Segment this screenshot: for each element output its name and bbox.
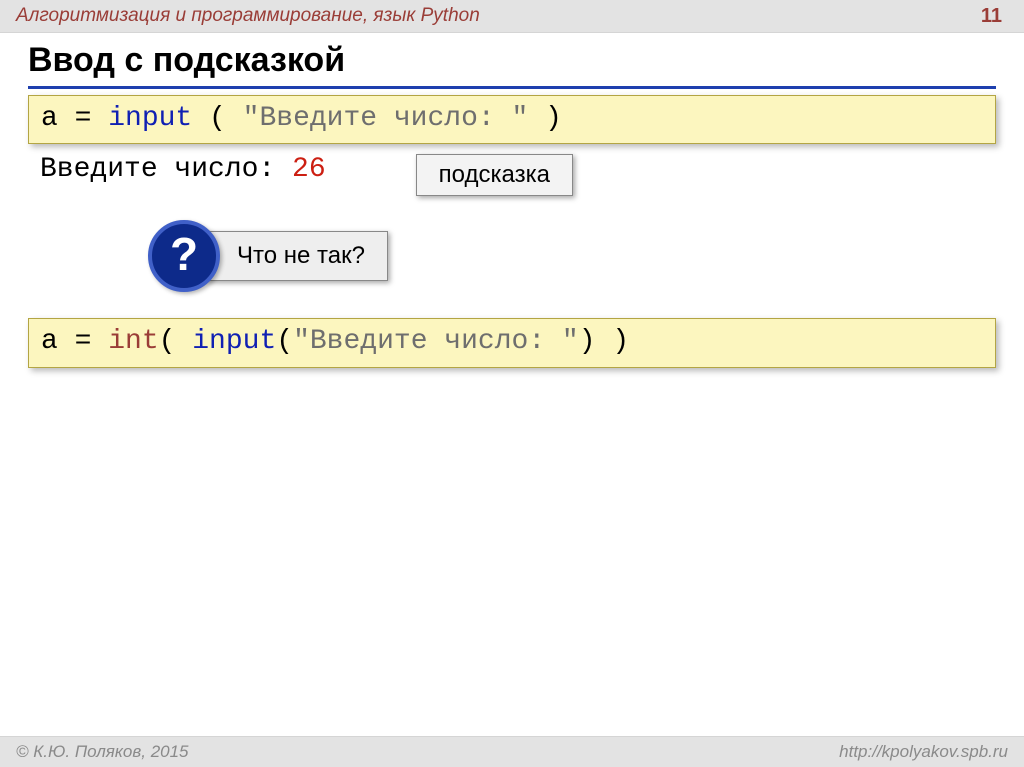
header-title: Алгоритмизация и программирование, язык … [16,0,480,32]
code-block-2: a = int( input("Введите число: ") ) [28,318,996,367]
output-prompt: Введите число: [40,154,292,185]
code1-input-kw: input [108,103,192,134]
question-row: ? Что не так? [28,220,996,292]
footer-url: http://kpolyakov.spb.ru [839,737,1008,767]
code1-var: a = [41,103,108,134]
slide-title: Ввод с подсказкой [28,41,996,89]
slide-content: Ввод с подсказкой a = input ( "Введите ч… [0,33,1024,368]
header-bar: Алгоритмизация и программирование, язык … [0,0,1024,33]
code-block-1: a = input ( "Введите число: " ) [28,95,996,144]
code2-paren-close: ) ) [579,326,629,357]
hint-box: подсказка [416,154,573,196]
header-page-number: 11 [981,0,1008,32]
output-row: Введите число: 26 подсказка [28,154,996,196]
question-text: Что не так? [237,242,365,269]
footer-bar: © К.Ю. Поляков, 2015 http://kpolyakov.sp… [0,736,1024,767]
question-icon: ? [148,220,220,292]
code2-input-kw: input [192,326,276,357]
hint-label: подсказка [439,161,550,188]
output-value: 26 [292,154,326,185]
code2-string: "Введите число: " [293,326,579,357]
code2-var: a = [41,326,108,357]
code1-paren-close: ) [528,103,562,134]
question-box: Что не так? [206,231,388,281]
code2-int-kw: int [108,326,158,357]
footer-copyright: © К.Ю. Поляков, 2015 [16,737,189,767]
code1-paren-open: ( [192,103,242,134]
output-text: Введите число: 26 [28,154,326,185]
question-mark-icon: ? [170,231,198,281]
code2-paren2: ( [276,326,293,357]
code1-string: "Введите число: " [243,103,529,134]
code2-paren1: ( [159,326,193,357]
